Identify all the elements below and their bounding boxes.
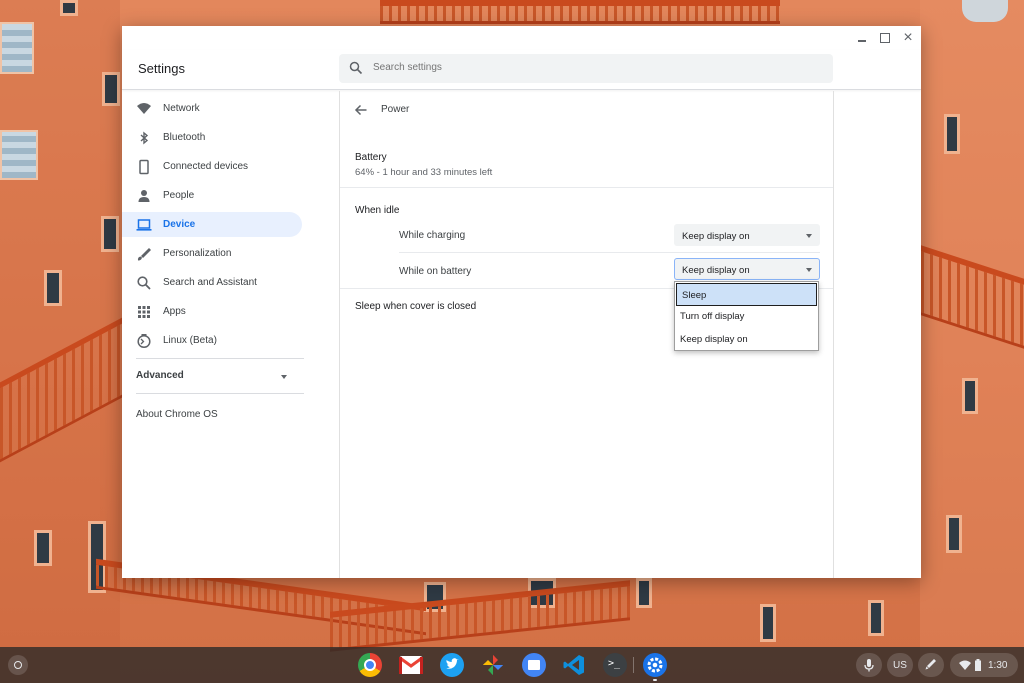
sidebar-item-network[interactable]: Network [122, 96, 302, 121]
search-box[interactable] [339, 54, 833, 83]
sleep-cover-label: Sleep when cover is closed [355, 301, 477, 312]
gmail-icon[interactable] [399, 656, 423, 674]
title-bar: × [122, 26, 921, 50]
when-idle-heading: When idle [355, 205, 400, 216]
back-arrow-icon[interactable] [354, 103, 368, 117]
twitter-icon[interactable] [440, 653, 464, 677]
microphone-button[interactable] [856, 653, 882, 677]
battery-heading: Battery [355, 152, 387, 163]
sidebar-item-label: Device [163, 219, 196, 230]
settings-window: × Settings Network Bluetooth [122, 26, 921, 578]
running-indicator [653, 679, 657, 681]
chevron-down-icon [806, 268, 812, 272]
advanced-toggle[interactable]: Advanced [122, 363, 302, 387]
keyboard-layout-button[interactable]: US [887, 653, 913, 677]
wifi-icon [959, 660, 971, 670]
advanced-label: Advanced [136, 370, 184, 381]
search-input[interactable] [373, 62, 813, 73]
sidebar-item-label: Search and Assistant [163, 277, 257, 288]
terminal-glyph: >_ [608, 658, 621, 669]
brush-icon [137, 248, 151, 261]
sidebar-item-people[interactable]: People [122, 183, 302, 208]
divider [136, 393, 304, 394]
divider [340, 187, 833, 188]
sidebar-item-label: Connected devices [163, 161, 249, 172]
dropdown-option-sleep[interactable]: Sleep [676, 283, 817, 306]
dropdown-option-turn-off-display[interactable]: Turn off display [675, 305, 818, 328]
app-title: Settings [138, 61, 185, 76]
sidebar-item-search-assistant[interactable]: Search and Assistant [122, 270, 302, 295]
sidebar-item-linux[interactable]: Linux (Beta) [122, 328, 302, 353]
close-button[interactable]: × [900, 30, 916, 46]
settings-icon[interactable] [643, 653, 667, 677]
option-label: Sleep [682, 290, 707, 301]
while-charging-label: While charging [399, 230, 466, 241]
person-icon [138, 190, 150, 202]
keyboard-layout-label: US [893, 660, 907, 671]
stylus-button[interactable] [918, 653, 944, 677]
chevron-down-icon [806, 234, 812, 238]
sidebar-item-apps[interactable]: Apps [122, 299, 302, 324]
shelf: >_ US 1:30 [0, 647, 1024, 683]
sidebar-item-device[interactable]: Device [122, 212, 302, 237]
sidebar-item-bluetooth[interactable]: Bluetooth [122, 125, 302, 150]
minimize-button[interactable] [854, 30, 870, 46]
option-label: Keep display on [680, 334, 748, 345]
sidebar-item-personalization[interactable]: Personalization [122, 241, 302, 266]
sidebar: Network Bluetooth Connected devices Peop… [122, 93, 339, 578]
battery-status: 64% - 1 hour and 33 minutes left [355, 167, 493, 178]
while-on-battery-label: While on battery [399, 266, 472, 277]
status-tray[interactable]: 1:30 [950, 653, 1018, 677]
option-label: Turn off display [680, 311, 745, 322]
sidebar-item-label: Apps [163, 306, 186, 317]
search-icon [137, 276, 151, 290]
photos-icon[interactable] [481, 653, 505, 677]
sidebar-item-label: Personalization [163, 248, 232, 259]
laptop-icon [136, 219, 152, 231]
sidebar-item-connected-devices[interactable]: Connected devices [122, 154, 302, 179]
sidebar-item-label: Network [163, 103, 200, 114]
microphone-icon [864, 659, 874, 672]
sidebar-item-label: Linux (Beta) [163, 335, 217, 346]
dropdown-option-keep-display-on[interactable]: Keep display on [675, 328, 818, 351]
search-icon [349, 61, 363, 75]
idle-action-dropdown: Sleep Turn off display Keep display on [674, 281, 819, 351]
shelf-divider [633, 657, 634, 673]
chrome-icon[interactable] [358, 653, 382, 677]
apps-grid-icon [138, 306, 150, 318]
bluetooth-icon [140, 131, 149, 145]
about-chrome-os-link[interactable]: About Chrome OS [136, 409, 218, 420]
wifi-icon [137, 103, 151, 114]
clock-time: 1:30 [988, 660, 1008, 671]
pen-icon [925, 659, 936, 670]
while-on-battery-select[interactable]: Keep display on [674, 258, 820, 280]
while-charging-select[interactable]: Keep display on [674, 224, 820, 246]
files-icon[interactable] [522, 653, 546, 677]
divider [136, 358, 304, 359]
terminal-icon[interactable]: >_ [603, 653, 627, 677]
battery-icon [975, 659, 981, 671]
select-value: Keep display on [682, 265, 750, 276]
sidebar-item-label: People [163, 190, 195, 201]
phone-icon [139, 159, 149, 175]
settings-header: Settings [122, 50, 921, 90]
maximize-button[interactable] [877, 30, 893, 46]
page-title: Power [381, 104, 410, 115]
launcher-button[interactable] [8, 655, 28, 675]
linux-icon [137, 334, 151, 349]
select-value: Keep display on [682, 231, 750, 242]
vscode-icon[interactable] [562, 653, 586, 677]
chevron-down-icon [281, 375, 287, 379]
sidebar-item-label: Bluetooth [163, 132, 206, 143]
divider [399, 252, 820, 253]
